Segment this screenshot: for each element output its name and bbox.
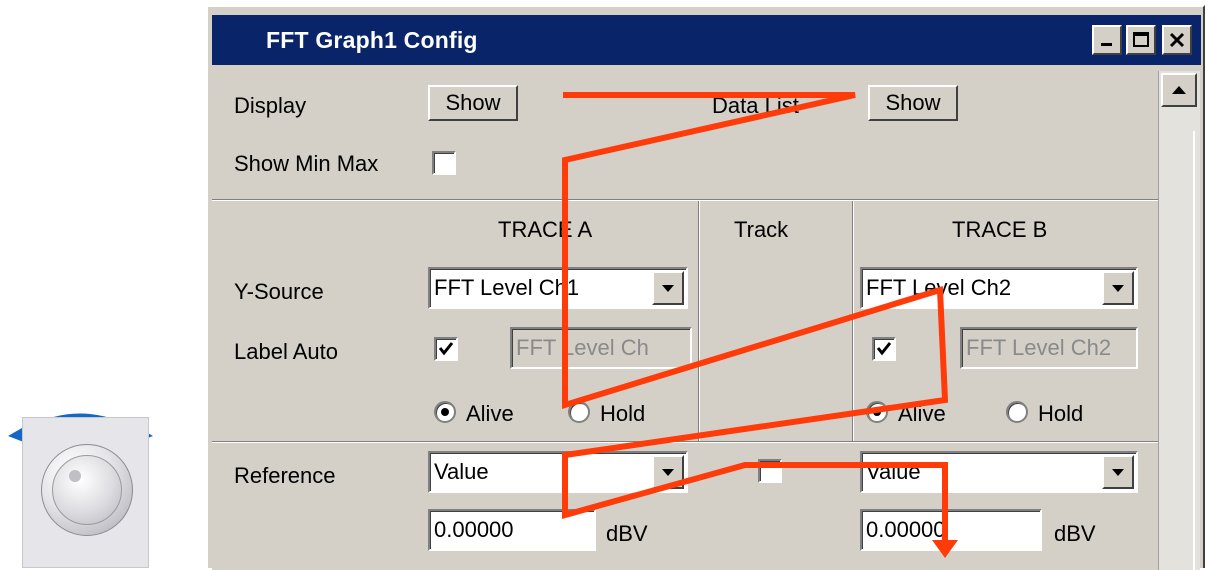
tab-order-path	[562, 92, 958, 558]
annotation-arrow-icon	[562, 92, 958, 558]
